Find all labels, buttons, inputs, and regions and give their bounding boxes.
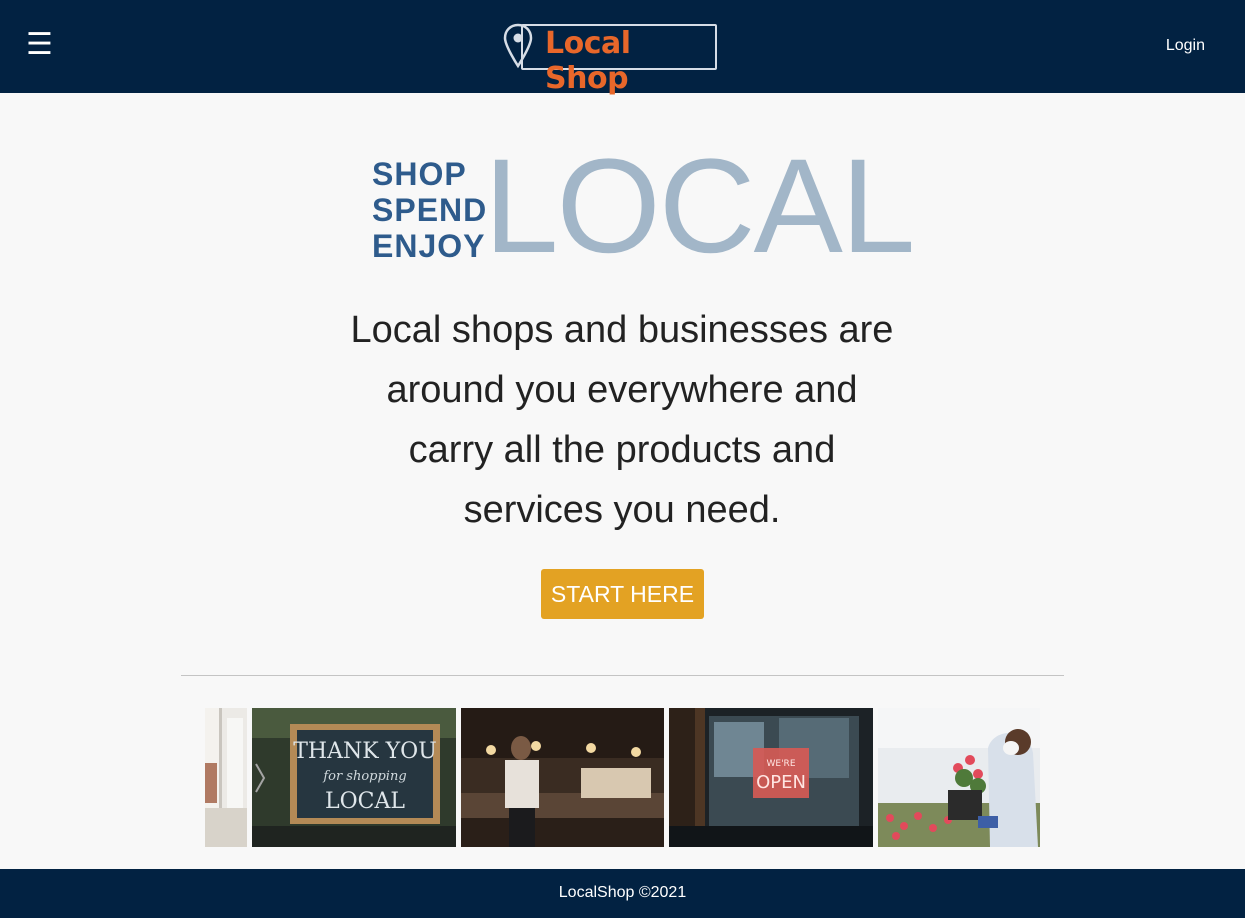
description-line: around you everywhere and xyxy=(386,369,858,411)
description-line: services you need. xyxy=(463,489,781,531)
tagline-line: ENJOY xyxy=(372,228,486,264)
top-navbar: ☰ Local Shop Login xyxy=(0,0,1245,96)
sign-text: THANK YOU xyxy=(293,739,437,764)
logo-text: Local Shop xyxy=(545,26,631,96)
site-footer: LocalShop ©2021 xyxy=(0,869,1245,918)
gallery-image-open-sign[interactable]: WE'RE OPEN xyxy=(669,708,873,847)
tagline-line: SPEND xyxy=(372,192,488,228)
tagline: SHOP SPEND ENJOY xyxy=(372,156,487,264)
sign-text: LOCAL xyxy=(325,789,405,814)
start-here-button[interactable]: START HERE xyxy=(541,569,704,619)
login-link[interactable]: Login xyxy=(1166,37,1205,55)
sign-text: WE'RE xyxy=(767,759,796,769)
image-gallery: THANK YOU for shopping LOCAL WE'RE OPEN xyxy=(205,708,1040,847)
hero-description: Local shops and businesses are around yo… xyxy=(322,300,922,540)
shop-local-wordmark: SHOP SPEND ENJOY LOCAL xyxy=(369,140,915,274)
gallery-image-florist[interactable] xyxy=(878,708,1040,847)
copyright-text: LocalShop ©2021 xyxy=(558,884,687,901)
sign-text: for shopping xyxy=(322,769,406,784)
section-divider xyxy=(181,675,1064,676)
gallery-image-restaurant-kitchen[interactable] xyxy=(461,708,664,847)
gallery-image-storefront[interactable] xyxy=(205,708,247,847)
description-line: Local shops and businesses are xyxy=(350,309,894,351)
gallery-image-thank-you-sign[interactable]: THANK YOU for shopping LOCAL xyxy=(252,708,456,847)
tagline-line: SHOP xyxy=(372,156,467,192)
sign-text: OPEN xyxy=(756,772,806,793)
hamburger-menu-icon[interactable]: ☰ xyxy=(26,30,53,60)
site-logo[interactable]: Local Shop xyxy=(503,22,717,96)
local-wordmark: LOCAL xyxy=(484,132,915,281)
description-line: carry all the products and xyxy=(408,429,836,471)
